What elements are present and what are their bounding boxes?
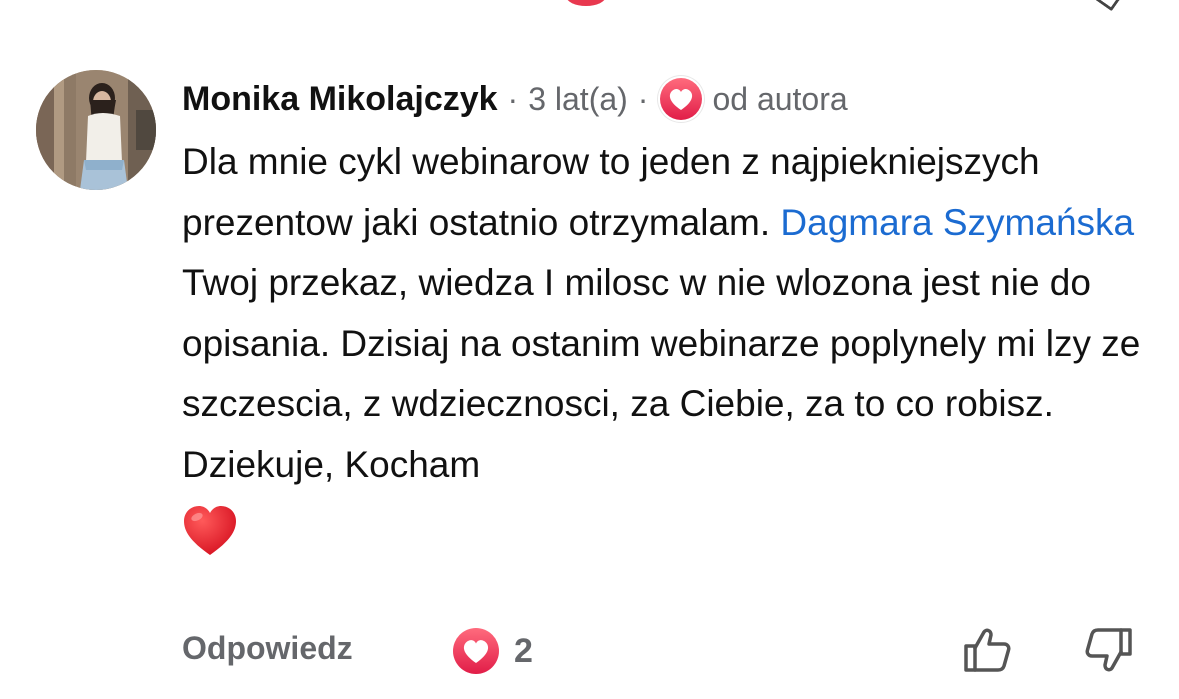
mention-link[interactable]: Dagmara Szymańska: [780, 202, 1134, 243]
comment-header: Monika Mikolajczyk · 3 lat(a) · od autor…: [182, 74, 848, 124]
heart-reaction-icon: [453, 628, 499, 674]
previous-reaction-icon-partial: [566, 0, 606, 6]
comment-text: Dla mnie cykl webinarow to jeden z najpi…: [182, 132, 1152, 576]
like-button[interactable]: [962, 626, 1012, 679]
previous-action-icon-partial: [1094, 0, 1123, 12]
dislike-button[interactable]: [1084, 626, 1134, 679]
comment-actions: Odpowiedz 2: [182, 626, 1152, 676]
avatar[interactable]: [36, 70, 156, 190]
reaction-count: 2: [514, 631, 533, 670]
heart-icon: [658, 76, 705, 122]
author-name[interactable]: Monika Mikolajczyk: [182, 80, 498, 119]
heart-reaction[interactable]: 2: [452, 626, 533, 676]
author-badge: od autora: [712, 80, 848, 117]
separator: ·: [507, 80, 519, 117]
red-heart-emoji: [182, 505, 238, 576]
timestamp[interactable]: 3 lat(a): [528, 81, 628, 118]
separator: ·: [637, 80, 649, 117]
comment-text-part: Twoj przekaz, wiedza I milosc w nie wloz…: [182, 262, 1141, 485]
thumbs-down-icon: [1085, 628, 1132, 672]
thumbs-up-icon: [964, 628, 1011, 672]
reply-button[interactable]: Odpowiedz: [182, 630, 353, 667]
